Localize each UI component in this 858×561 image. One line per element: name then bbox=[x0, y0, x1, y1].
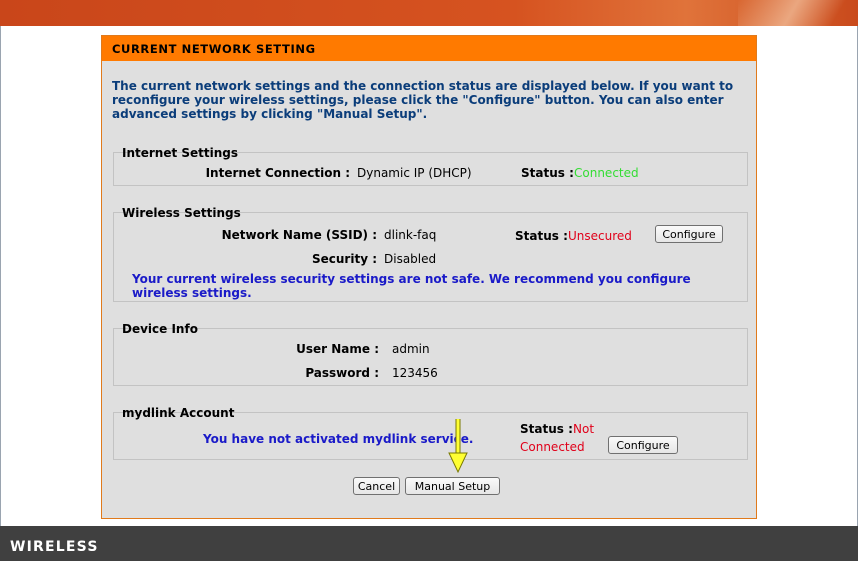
wireless-status-value: Unsecured bbox=[568, 229, 632, 243]
security-warning: Your current wireless security settings … bbox=[132, 272, 691, 300]
username-value: admin bbox=[392, 342, 430, 356]
mydlink-configure-button[interactable]: Configure bbox=[608, 436, 678, 454]
mydlink-status-value-line2: Connected bbox=[520, 440, 585, 454]
yellow-arrow-icon bbox=[448, 419, 468, 474]
manual-setup-button[interactable]: Manual Setup bbox=[405, 477, 500, 495]
wireless-settings-title: Wireless Settings bbox=[122, 206, 241, 220]
mydlink-status-value-line1: Not bbox=[573, 422, 595, 436]
panel-title: CURRENT NETWORK SETTING bbox=[112, 42, 316, 56]
mydlink-message: You have not activated mydlink service. bbox=[203, 432, 474, 446]
security-value: Disabled bbox=[384, 252, 437, 266]
wireless-status-label: Status : bbox=[515, 229, 568, 243]
mydlink-title: mydlink Account bbox=[122, 406, 235, 420]
password-label: Password : bbox=[305, 366, 379, 380]
footer-brand: WIRELESS bbox=[10, 539, 99, 555]
wireless-configure-button[interactable]: Configure bbox=[655, 225, 723, 243]
internet-status-label: Status : bbox=[521, 166, 574, 180]
banner-sheen bbox=[738, 0, 858, 26]
ssid-value: dlink-faq bbox=[384, 228, 437, 242]
mydlink-status-label: Status : bbox=[520, 422, 573, 436]
intro-text: The current network settings and the con… bbox=[112, 79, 734, 121]
top-banner bbox=[0, 0, 858, 26]
password-value: 123456 bbox=[392, 366, 438, 380]
internet-connection-label: Internet Connection : bbox=[205, 166, 350, 180]
internet-connection-value: Dynamic IP (DHCP) bbox=[357, 166, 472, 180]
cancel-button[interactable]: Cancel bbox=[353, 477, 400, 495]
security-label: Security : bbox=[311, 252, 377, 266]
internet-settings-title: Internet Settings bbox=[122, 146, 239, 160]
internet-status-value: Connected bbox=[574, 166, 639, 180]
panel-header: CURRENT NETWORK SETTING bbox=[102, 36, 756, 61]
ssid-label: Network Name (SSID) : bbox=[221, 228, 377, 242]
footer-bar: WIRELESS bbox=[0, 526, 858, 561]
left-border bbox=[0, 26, 1, 526]
network-settings-panel: CURRENT NETWORK SETTING The current netw… bbox=[101, 35, 757, 519]
device-info-title: Device Info bbox=[122, 322, 198, 336]
username-label: User Name : bbox=[296, 342, 379, 356]
